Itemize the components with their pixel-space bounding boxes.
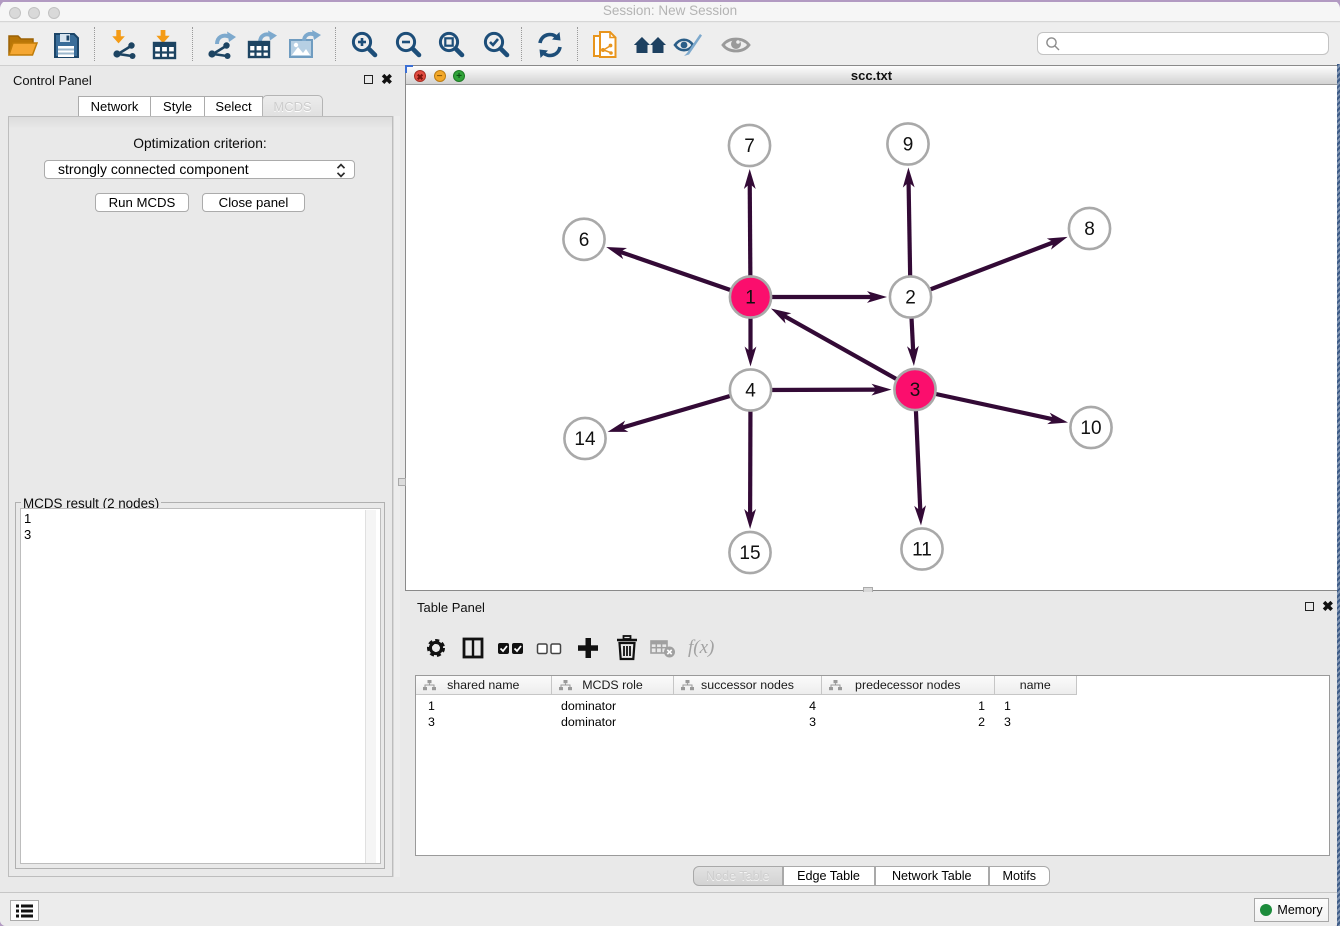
svg-text:1: 1: [745, 288, 756, 309]
svg-text:10: 10: [1080, 418, 1101, 439]
svg-text:15: 15: [739, 543, 760, 564]
svg-text:14: 14: [574, 429, 596, 450]
svg-text:3: 3: [910, 380, 921, 401]
svg-text:8: 8: [1084, 219, 1095, 240]
svg-text:6: 6: [579, 230, 590, 251]
svg-text:7: 7: [744, 136, 755, 157]
svg-text:4: 4: [745, 381, 756, 402]
svg-text:2: 2: [905, 288, 916, 309]
svg-text:9: 9: [903, 135, 914, 156]
svg-text:11: 11: [912, 540, 932, 561]
